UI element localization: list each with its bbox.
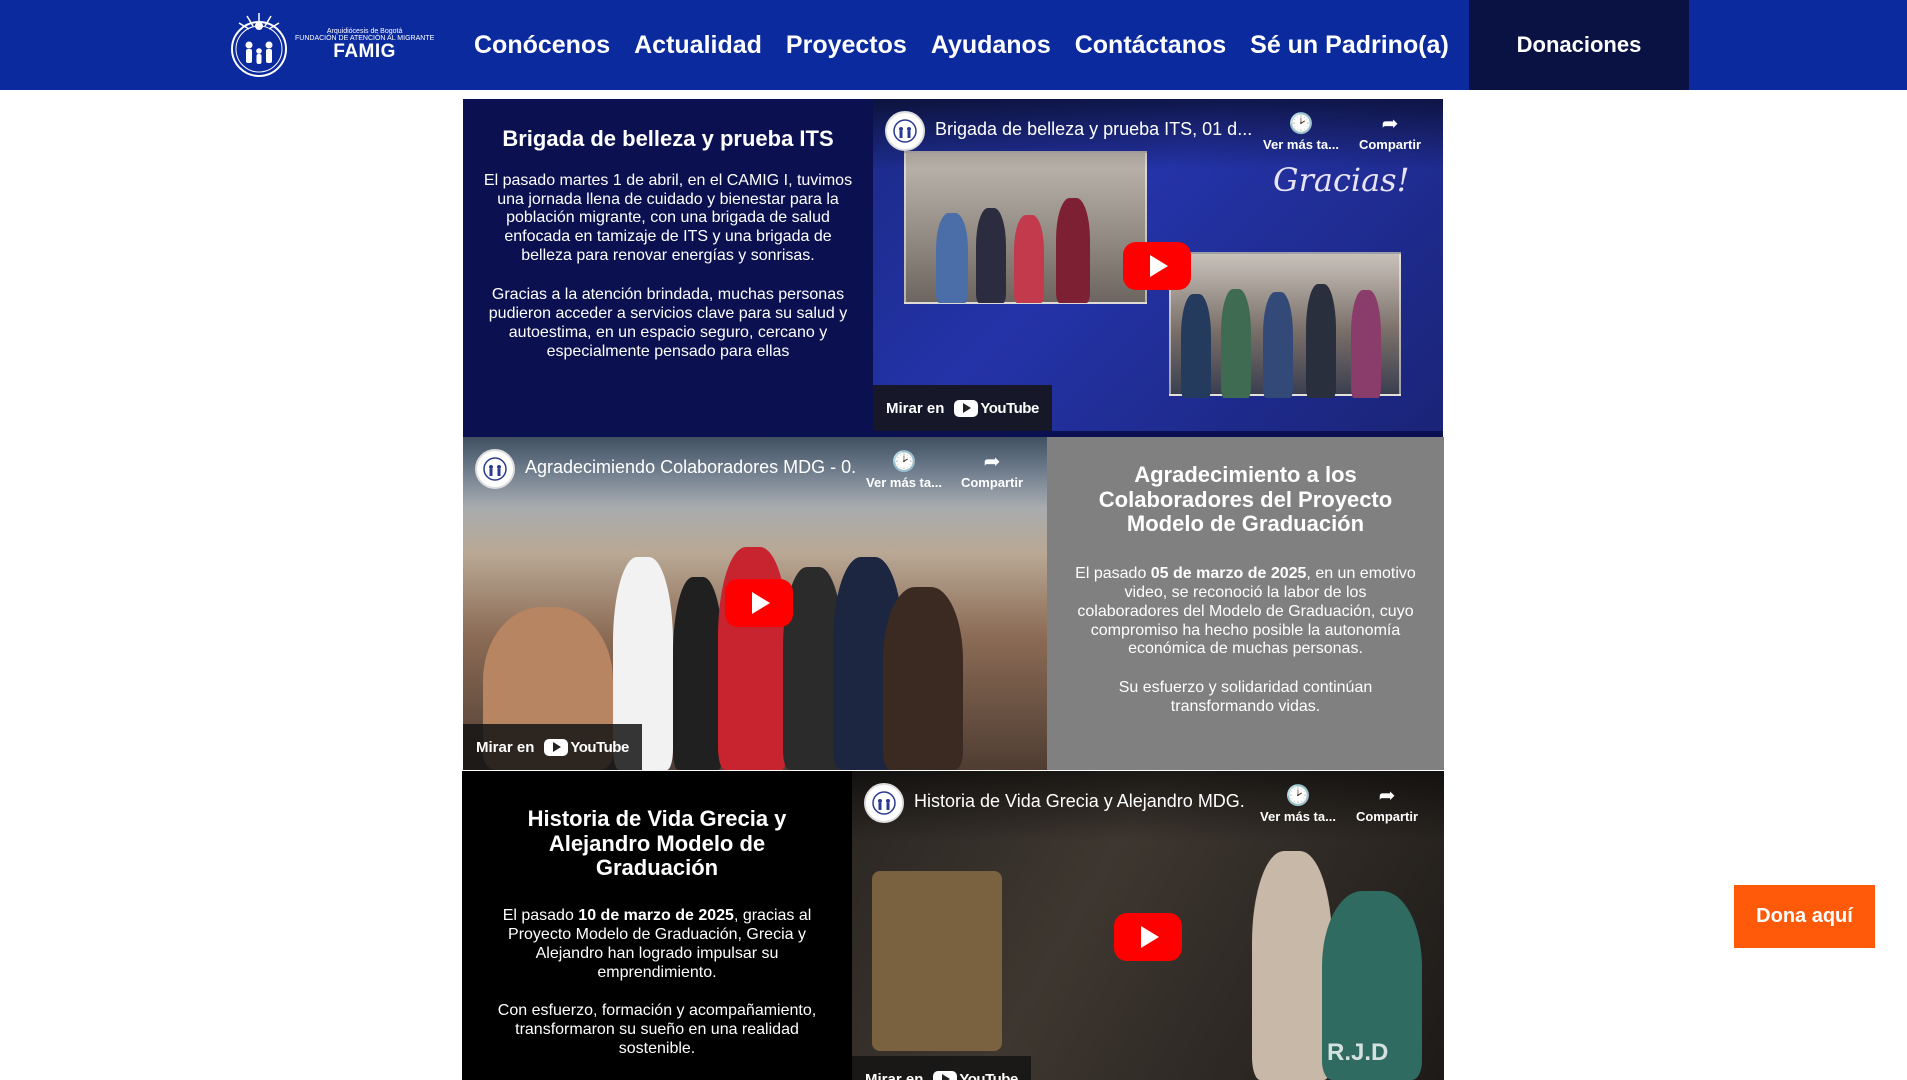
share-arrow-icon: ➦	[983, 451, 1001, 473]
watch-on-label: Mirar en	[476, 738, 535, 756]
watch-on-youtube-button[interactable]: Mirar en YouTube	[873, 385, 1052, 431]
watch-later-button[interactable]: 🕑 Ver más ta...	[1260, 111, 1342, 152]
youtube-icon	[933, 1070, 958, 1080]
watch-on-youtube-button[interactable]: Mirar en YouTube	[852, 1056, 1031, 1080]
share-label: Compartir	[1355, 809, 1419, 824]
youtube-icon	[544, 738, 569, 756]
post-body: El pasado martes 1 de abril, en el CAMIG…	[483, 171, 853, 265]
share-arrow-icon: ➦	[1381, 113, 1399, 135]
logo-line-archdiocese: Arquidiócesis de Bogotá	[326, 27, 403, 35]
youtube-wordmark: YouTube	[959, 1070, 1018, 1080]
share-arrow-icon: ➦	[1378, 785, 1396, 807]
channel-avatar[interactable]	[864, 783, 904, 823]
watch-later-button[interactable]: 🕑 Ver más ta...	[863, 449, 945, 490]
share-button[interactable]: ➦ Compartir	[1346, 783, 1428, 824]
clock-icon: 🕑	[891, 451, 917, 473]
share-label: Compartir	[960, 475, 1024, 490]
post-body: El pasado 10 de marzo de 2025, gracias a…	[488, 907, 826, 983]
post-body: El pasado 05 de marzo de 2025, en un emo…	[1075, 565, 1416, 659]
post-body-prefix: El pasado	[1075, 564, 1151, 582]
post-2-text: Agradecimiento a los Colaboradores del P…	[1047, 437, 1444, 770]
post-1-text: Brigada de belleza y prueba ITS El pasad…	[463, 99, 873, 437]
famig-emblem-icon	[231, 13, 287, 77]
nav-item-conocenos[interactable]: Conócenos	[474, 31, 610, 60]
post-body-prefix: El pasado	[502, 906, 579, 924]
nav-item-contactanos[interactable]: Contáctanos	[1075, 31, 1226, 60]
youtube-logo: YouTube	[933, 1070, 1018, 1080]
video-thumbnail-photo-2	[1169, 252, 1401, 398]
video-title[interactable]: Agradecimiendo Colaboradores MDG - 0...	[525, 457, 855, 478]
youtube-video-2[interactable]: Agradecimiendo Colaboradores MDG - 0... …	[463, 437, 1047, 770]
post-title: Historia de Vida Grecia y Alejandro Mode…	[527, 806, 787, 881]
site-header: Arquidiócesis de Bogotá FUNDACIÓN DE ATE…	[0, 0, 1907, 90]
post-body-date: 05 de marzo de 2025	[1150, 564, 1307, 582]
watch-on-label: Mirar en	[886, 399, 945, 417]
post-body-secondary: Gracias a la atención brindada, muchas p…	[488, 286, 848, 360]
watch-later-button[interactable]: 🕑 Ver más ta...	[1257, 783, 1339, 824]
video-title[interactable]: Brigada de belleza y prueba ITS, 01 d...	[935, 119, 1265, 140]
post-body-secondary: Su esfuerzo y solidaridad continúan tran…	[1118, 679, 1373, 716]
play-button[interactable]	[725, 579, 793, 627]
play-button[interactable]	[1114, 913, 1182, 961]
youtube-logo: YouTube	[544, 738, 629, 756]
donaciones-button[interactable]: Donaciones	[1469, 0, 1689, 90]
youtube-video-3[interactable]: Historia de Vida Grecia y Alejandro MDG.…	[852, 771, 1444, 1080]
nav-item-actualidad[interactable]: Actualidad	[634, 31, 762, 60]
youtube-video-1[interactable]: Gracias! Brigada de belleza y prueba ITS…	[873, 99, 1443, 431]
logo-line-famig: FAMIG	[333, 41, 396, 63]
dona-aqui-button[interactable]: Dona aquí	[1734, 885, 1875, 948]
famig-logo[interactable]: Arquidiócesis de Bogotá FUNDACIÓN DE ATE…	[225, 4, 435, 86]
video-watermark: R.J.D	[1327, 1039, 1389, 1066]
youtube-wordmark: YouTube	[980, 399, 1039, 417]
famig-channel-icon	[483, 457, 507, 481]
nav-item-proyectos[interactable]: Proyectos	[786, 31, 907, 60]
clock-icon: 🕑	[1285, 785, 1311, 807]
video-thumbnail-photo-1	[904, 151, 1147, 304]
post-body-secondary: Con esfuerzo, formación y acompañamiento…	[497, 1002, 817, 1058]
youtube-wordmark: YouTube	[570, 738, 629, 756]
main-nav: Conócenos Actualidad Proyectos Ayudanos …	[474, 0, 1473, 90]
watch-later-label: Ver más ta...	[1260, 809, 1336, 824]
share-button[interactable]: ➦ Compartir	[951, 449, 1033, 490]
nav-item-ayudanos[interactable]: Ayudanos	[931, 31, 1051, 60]
nav-item-padrino[interactable]: Sé un Padrino(a)	[1250, 31, 1449, 60]
famig-channel-icon	[893, 119, 917, 143]
post-title: Agradecimiento a los Colaboradores del P…	[1098, 462, 1393, 537]
watch-on-youtube-button[interactable]: Mirar en YouTube	[463, 724, 642, 770]
play-button[interactable]	[1123, 242, 1191, 290]
watch-on-label: Mirar en	[865, 1070, 924, 1080]
famig-channel-icon	[872, 791, 896, 815]
share-label: Compartir	[1358, 137, 1422, 152]
post-title: Brigada de belleza y prueba ITS	[502, 126, 834, 151]
share-button[interactable]: ➦ Compartir	[1349, 111, 1431, 152]
post-body-date: 10 de marzo de 2025	[578, 906, 734, 924]
channel-avatar[interactable]	[475, 449, 515, 489]
video-title[interactable]: Historia de Vida Grecia y Alejandro MDG.…	[914, 791, 1244, 812]
watch-later-label: Ver más ta...	[866, 475, 942, 490]
youtube-icon	[954, 399, 979, 417]
logo-text: Arquidiócesis de Bogotá FUNDACIÓN DE ATE…	[295, 28, 434, 63]
post-3-text: Historia de Vida Grecia y Alejandro Mode…	[462, 771, 852, 1080]
watch-later-label: Ver más ta...	[1263, 137, 1339, 152]
clock-icon: 🕑	[1288, 113, 1314, 135]
channel-avatar[interactable]	[885, 111, 925, 151]
youtube-logo: YouTube	[954, 399, 1039, 417]
